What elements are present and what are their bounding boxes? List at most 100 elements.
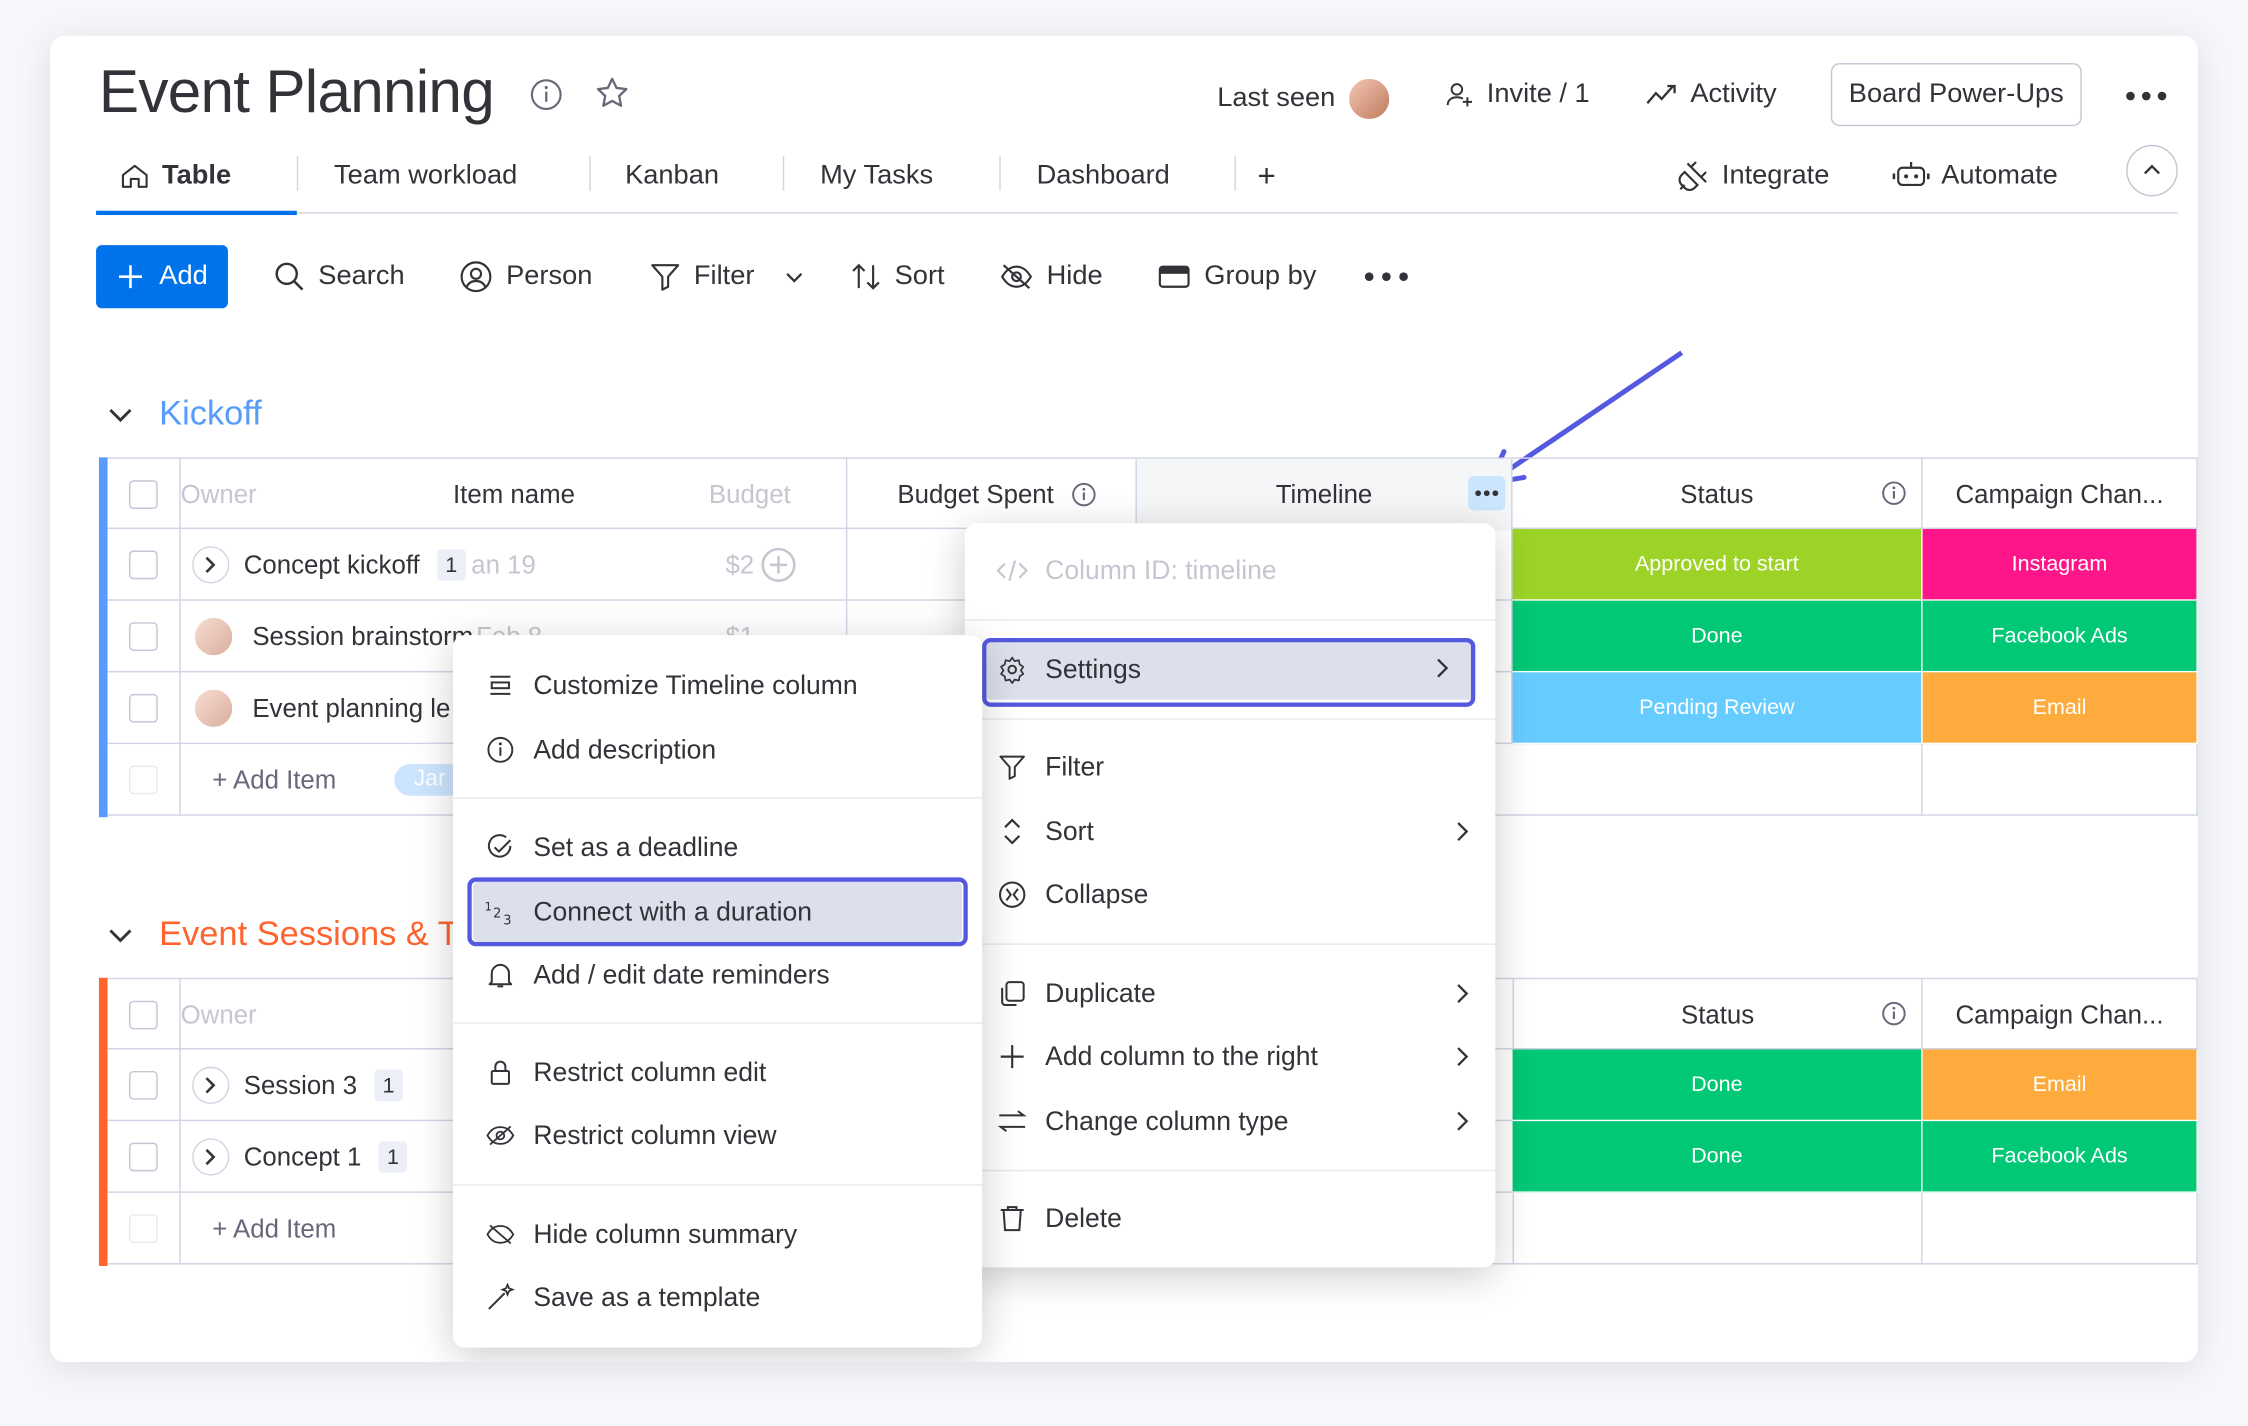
tab-my-tasks[interactable]: My Tasks bbox=[820, 139, 933, 214]
row-checkbox[interactable] bbox=[129, 693, 158, 723]
more-options-icon[interactable] bbox=[2125, 90, 2168, 101]
expand-subitems-icon[interactable] bbox=[192, 1066, 230, 1104]
add-column-right-menu-item[interactable]: Add column to the right bbox=[965, 1028, 1495, 1085]
column-header-timeline[interactable]: Timeline bbox=[1136, 458, 1513, 531]
plus-icon bbox=[116, 262, 145, 291]
campaign-channel-badge[interactable]: Email bbox=[1922, 1049, 2198, 1122]
add-circle-icon[interactable] bbox=[760, 546, 797, 583]
collapse-menu-item[interactable]: Collapse bbox=[965, 866, 1495, 923]
status-badge[interactable]: Approved to start bbox=[1512, 529, 1923, 601]
set-deadline-menu-item[interactable]: Set as a deadline bbox=[453, 819, 982, 876]
column-header-campaign-channel[interactable]: Campaign Chan... bbox=[1923, 458, 2198, 531]
campaign-channel-badge[interactable]: Instagram bbox=[1922, 529, 2198, 601]
toolbar-more-icon[interactable] bbox=[1363, 271, 1409, 282]
collapse-header-button[interactable] bbox=[2126, 144, 2178, 197]
group-title[interactable]: Event Sessions & T bbox=[159, 915, 459, 955]
duplicate-menu-item[interactable]: Duplicate bbox=[965, 965, 1495, 1022]
status-badge[interactable]: Done bbox=[1512, 1121, 1923, 1193]
sort-menu-item[interactable]: Sort bbox=[965, 803, 1495, 860]
item-name-cell[interactable]: Concept kickoff 1 an 19 $2 bbox=[181, 529, 848, 601]
info-icon bbox=[485, 734, 517, 766]
group-title[interactable]: Kickoff bbox=[159, 394, 262, 434]
info-icon[interactable] bbox=[1071, 482, 1097, 508]
filter-menu-item[interactable]: Filter bbox=[965, 738, 1495, 795]
row-checkbox[interactable] bbox=[129, 550, 158, 580]
item-name[interactable]: Session 3 bbox=[244, 1070, 357, 1100]
column-header-budget[interactable]: Budget bbox=[654, 458, 848, 531]
filter-label: Filter bbox=[1045, 751, 1105, 782]
add-item-button[interactable]: + Add Item bbox=[212, 1214, 336, 1244]
row-checkbox[interactable] bbox=[129, 622, 158, 651]
board-power-ups-button[interactable]: Board Power-Ups bbox=[1830, 63, 2082, 127]
item-name[interactable]: Concept kickoff bbox=[244, 550, 420, 580]
chevron-down-icon[interactable] bbox=[785, 270, 805, 284]
column-header-status[interactable]: Status bbox=[1512, 979, 1923, 1051]
restrict-view-menu-item[interactable]: Restrict column view bbox=[453, 1107, 982, 1164]
trash-icon bbox=[996, 1203, 1028, 1235]
status-badge[interactable]: Pending Review bbox=[1512, 672, 1923, 745]
item-name[interactable]: Concept 1 bbox=[244, 1142, 362, 1172]
status-badge[interactable]: Done bbox=[1512, 1049, 1923, 1122]
row-checkbox[interactable] bbox=[129, 1070, 158, 1100]
add-item-button[interactable]: + Add Item bbox=[212, 765, 336, 795]
change-column-type-menu-item[interactable]: Change column type bbox=[965, 1092, 1495, 1149]
hide-button[interactable]: Hide bbox=[999, 245, 1103, 308]
group-header-kickoff[interactable]: Kickoff bbox=[108, 394, 262, 434]
search-button[interactable]: Search bbox=[274, 245, 405, 308]
status-badge[interactable]: Done bbox=[1512, 600, 1923, 673]
restrict-edit-menu-item[interactable]: Restrict column edit bbox=[453, 1044, 982, 1101]
group-header-event-sessions[interactable]: Event Sessions & T bbox=[108, 915, 459, 955]
sort-button[interactable]: Sort bbox=[850, 245, 945, 308]
row-checkbox[interactable] bbox=[129, 1142, 158, 1172]
tab-dashboard[interactable]: Dashboard bbox=[1037, 139, 1170, 214]
column-header-budget-spent[interactable]: Budget Spent bbox=[859, 458, 1137, 531]
robot-icon bbox=[1892, 161, 1930, 193]
tab-table[interactable]: Table bbox=[119, 139, 231, 214]
info-icon[interactable] bbox=[1881, 480, 1907, 506]
filter-button[interactable]: Filter bbox=[649, 245, 804, 308]
chevron-down-icon[interactable] bbox=[108, 926, 134, 943]
invite-button[interactable]: Invite / 1 bbox=[1444, 79, 1590, 111]
campaign-channel-badge[interactable]: Email bbox=[1922, 672, 2198, 745]
sort-label: Sort bbox=[894, 260, 945, 292]
column-header-owner[interactable]: Owner bbox=[181, 459, 375, 531]
eye-off-icon bbox=[999, 261, 1033, 293]
customize-column-menu-item[interactable]: Customize Timeline column bbox=[453, 657, 982, 714]
select-all-checkbox[interactable] bbox=[129, 1000, 158, 1030]
item-name[interactable]: Event planning le bbox=[252, 693, 450, 723]
person-filter-button[interactable]: Person bbox=[459, 245, 592, 308]
timeline-preview: an 19 bbox=[471, 549, 536, 579]
column-header-status[interactable]: Status bbox=[1513, 458, 1923, 531]
select-all-checkbox[interactable] bbox=[129, 480, 158, 509]
add-item-button[interactable]: Add bbox=[96, 245, 228, 309]
change-type-label: Change column type bbox=[1045, 1105, 1289, 1136]
expand-subitems-icon[interactable] bbox=[192, 1138, 230, 1176]
hide-summary-menu-item[interactable]: Hide column summary bbox=[453, 1206, 982, 1263]
integrate-button[interactable]: Integrate bbox=[1676, 139, 1829, 214]
column-header-campaign-channel[interactable]: Campaign Chan... bbox=[1923, 979, 2198, 1051]
info-icon[interactable] bbox=[1881, 1001, 1907, 1027]
activity-button[interactable]: Activity bbox=[1644, 79, 1777, 111]
reminders-menu-item[interactable]: Add / edit date reminders bbox=[453, 946, 982, 1003]
delete-menu-item[interactable]: Delete bbox=[965, 1190, 1495, 1247]
campaign-channel-badge[interactable]: Facebook Ads bbox=[1922, 1121, 2198, 1193]
save-template-menu-item[interactable]: Save as a template bbox=[453, 1269, 982, 1326]
expand-subitems-icon[interactable] bbox=[192, 546, 230, 584]
chevron-down-icon[interactable] bbox=[108, 406, 134, 423]
tab-team-workload[interactable]: Team workload bbox=[334, 139, 517, 214]
column-header-owner[interactable]: Owner bbox=[181, 979, 439, 1051]
automate-button[interactable]: Automate bbox=[1892, 139, 2058, 214]
group-by-button[interactable]: Group by bbox=[1157, 245, 1316, 308]
tab-kanban[interactable]: Kanban bbox=[625, 139, 719, 214]
column-header-item-name[interactable]: Item name bbox=[374, 459, 654, 531]
reminders-label: Add / edit date reminders bbox=[533, 959, 830, 990]
add-description-menu-item[interactable]: Add description bbox=[453, 721, 982, 778]
add-view-button[interactable]: + bbox=[1257, 139, 1275, 214]
activity-icon bbox=[1644, 79, 1678, 111]
campaign-channel-badge[interactable]: Facebook Ads bbox=[1922, 600, 2198, 673]
column-menu-button[interactable] bbox=[1468, 475, 1506, 511]
item-name[interactable]: Session brainstorm bbox=[252, 622, 473, 652]
info-icon[interactable] bbox=[529, 77, 563, 111]
last-seen[interactable]: Last seen bbox=[1217, 75, 1393, 122]
star-icon[interactable] bbox=[594, 75, 631, 112]
